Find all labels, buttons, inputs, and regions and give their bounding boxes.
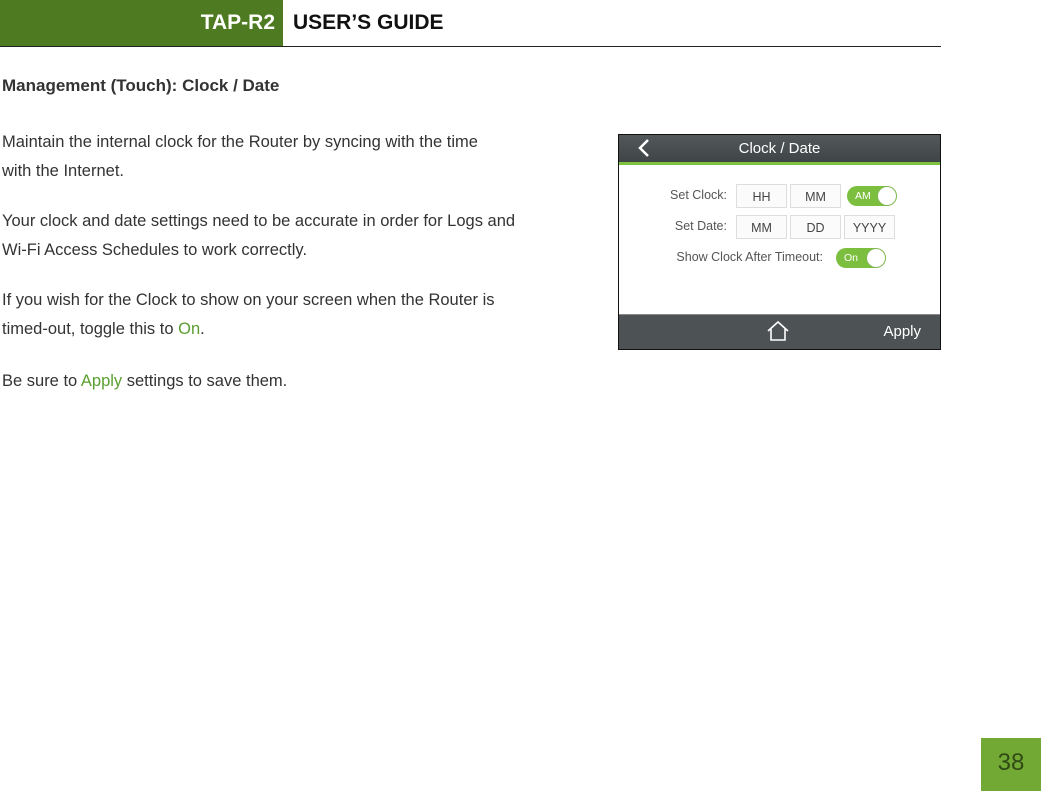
paragraph-line: Maintain the internal clock for the Rout…	[2, 133, 478, 151]
clock-minute-field[interactable]: MM	[790, 184, 841, 208]
date-year-field[interactable]: YYYY	[844, 215, 895, 239]
product-code: TAP-R2	[200, 11, 275, 34]
apply-button[interactable]: Apply	[883, 315, 921, 348]
device-accent-line	[619, 162, 940, 165]
paragraph-accuracy: Your clock and date settings need to be …	[2, 207, 602, 265]
paragraph-intro: Maintain the internal clock for the Rout…	[2, 128, 602, 186]
show-clock-toggle[interactable]: On	[836, 248, 886, 268]
paragraph-timeout: If you wish for the Clock to show on you…	[2, 286, 602, 344]
page-number: 38	[981, 738, 1041, 791]
text-run: timed-out, toggle this to	[2, 320, 179, 338]
device-title-bar: Clock / Date	[619, 135, 940, 162]
toggle-knob	[878, 187, 896, 205]
highlight-apply: Apply	[80, 372, 123, 390]
paragraph-line: Your clock and date settings need to be …	[2, 212, 516, 230]
clock-hour-field[interactable]: HH	[736, 184, 787, 208]
am-pm-toggle-label: AM	[855, 190, 871, 202]
text-run: Be sure to	[2, 372, 81, 390]
highlight-on: On	[178, 320, 201, 338]
text-run: settings to save them.	[122, 372, 288, 390]
text-run: .	[200, 320, 205, 338]
am-pm-toggle[interactable]: AM	[847, 186, 897, 206]
toggle-knob	[867, 249, 885, 267]
header-divider	[0, 46, 941, 47]
section-title: Management (Touch): Clock / Date	[2, 76, 280, 95]
show-clock-label: Show Clock After Timeout:	[676, 250, 823, 264]
paragraph-line: Wi-Fi Access Schedules to work correctly…	[2, 241, 308, 259]
device-screenshot: Clock / Date Set Clock: HH MM AM Set Dat…	[618, 134, 941, 350]
home-icon[interactable]	[766, 320, 790, 342]
paragraph-line: If you wish for the Clock to show on you…	[2, 291, 495, 309]
paragraph-line: with the Internet.	[2, 162, 124, 180]
date-day-field[interactable]: DD	[790, 215, 841, 239]
date-month-field[interactable]: MM	[736, 215, 787, 239]
set-clock-label: Set Clock:	[670, 188, 727, 202]
set-date-label: Set Date:	[674, 219, 727, 233]
show-clock-toggle-label: On	[844, 252, 859, 264]
paragraph-line: timed-out, toggle this to On.	[2, 315, 602, 344]
device-bottom-bar: Apply	[619, 314, 940, 349]
device-title: Clock / Date	[738, 140, 821, 157]
chevron-left-icon[interactable]	[637, 137, 651, 165]
paragraph-apply: Be sure to Apply settings to save them.	[2, 367, 602, 396]
guide-title: USER’S GUIDE	[293, 11, 444, 34]
